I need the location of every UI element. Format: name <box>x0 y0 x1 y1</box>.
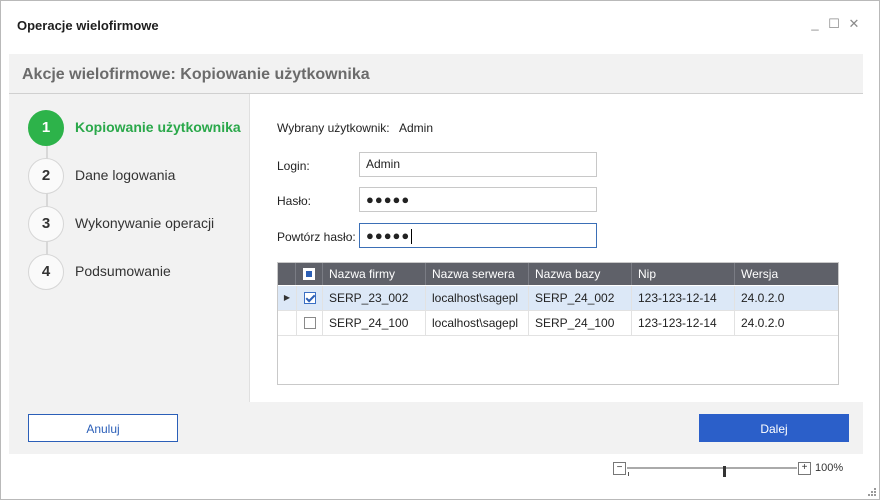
row-checkbox[interactable] <box>304 317 316 329</box>
cell-nip[interactable]: 123-123-12-14 <box>632 286 735 310</box>
row-select-cell[interactable] <box>296 311 323 335</box>
cell-server[interactable]: localhost\sagepl <box>426 311 529 335</box>
current-row-indicator-icon: ▶ <box>283 293 291 302</box>
zoom-tick-mark <box>628 472 629 476</box>
text-caret <box>411 229 413 245</box>
current-row-indicator-icon <box>278 311 296 335</box>
minimize-icon[interactable]: _ <box>807 16 823 32</box>
wizard-panel: Akcje wielofirmowe: Kopiowanie użytkowni… <box>9 54 863 454</box>
table-row[interactable]: ▶ SERP_23_002 localhost\sagepl SERP_24_0… <box>278 286 838 311</box>
step-number-badge: 1 <box>28 110 64 146</box>
row-checkbox[interactable] <box>304 292 316 304</box>
login-input[interactable]: Admin <box>359 152 597 177</box>
zoom-out-button[interactable]: − <box>613 462 626 475</box>
password-input[interactable]: ●●●●● <box>359 187 597 212</box>
step-2[interactable]: 2 Dane logowania <box>28 158 248 194</box>
header-select-all[interactable] <box>296 263 323 285</box>
dialog-window: Operacje wielofirmowe _ ☐ ✕ Akcje wielof… <box>0 0 880 500</box>
step-number-badge: 2 <box>28 158 64 194</box>
companies-grid: Nazwa firmy Nazwa serwera Nazwa bazy Nip… <box>277 262 839 385</box>
next-button[interactable]: Dalej <box>699 414 849 442</box>
cell-server[interactable]: localhost\sagepl <box>426 286 529 310</box>
cell-company[interactable]: SERP_23_002 <box>323 286 426 310</box>
cell-version[interactable]: 24.0.2.0 <box>735 311 838 335</box>
zoom-in-button[interactable]: + <box>798 462 811 475</box>
header-indicator-cell <box>278 263 296 285</box>
window-title: Operacje wielofirmowe <box>17 18 159 33</box>
cell-nip[interactable]: 123-123-12-14 <box>632 311 735 335</box>
step-label: Dane logowania <box>75 167 176 183</box>
maximize-icon[interactable]: ☐ <box>826 16 842 32</box>
zoom-slider-track[interactable] <box>627 466 797 477</box>
row-select-cell[interactable] <box>296 286 323 310</box>
selected-user-label: Wybrany użytkownik: <box>277 121 390 135</box>
step-content: Wybrany użytkownik: Admin Login: Admin H… <box>250 94 863 402</box>
wizard-steps: 1 Kopiowanie użytkownika 2 Dane logowani… <box>9 94 250 402</box>
step-3[interactable]: 3 Wykonywanie operacji <box>28 206 248 242</box>
zoom-level-label: 100% <box>815 462 844 474</box>
step-label: Podsumowanie <box>75 263 171 279</box>
select-all-checkbox[interactable] <box>303 268 315 280</box>
close-icon[interactable]: ✕ <box>846 16 862 32</box>
step-1[interactable]: 1 Kopiowanie użytkownika <box>28 110 248 146</box>
login-label: Login: <box>277 159 310 173</box>
step-number-badge: 3 <box>28 206 64 242</box>
title-bar: Operacje wielofirmowe _ ☐ ✕ <box>1 1 879 51</box>
cell-database[interactable]: SERP_24_002 <box>529 286 632 310</box>
step-label: Wykonywanie operacji <box>75 215 215 231</box>
zoom-control: − + 100% <box>613 462 853 478</box>
cell-company[interactable]: SERP_24_100 <box>323 311 426 335</box>
step-label: Kopiowanie użytkownika <box>75 119 241 135</box>
repeat-password-label: Powtórz hasło: <box>277 230 356 244</box>
column-header-server[interactable]: Nazwa serwera <box>426 263 529 285</box>
repeat-password-input[interactable]: ●●●●● <box>359 223 597 248</box>
password-label: Hasło: <box>277 194 312 208</box>
panel-title: Akcje wielofirmowe: Kopiowanie użytkowni… <box>22 66 370 83</box>
step-4[interactable]: 4 Podsumowanie <box>28 254 248 290</box>
cancel-button[interactable]: Anuluj <box>28 414 178 442</box>
cell-database[interactable]: SERP_24_100 <box>529 311 632 335</box>
selected-user-value: Admin <box>399 121 434 135</box>
cell-version[interactable]: 24.0.2.0 <box>735 286 838 310</box>
resize-grip-icon[interactable] <box>867 487 877 497</box>
zoom-slider-thumb[interactable] <box>723 466 726 477</box>
column-header-company[interactable]: Nazwa firmy <box>323 263 426 285</box>
step-number-badge: 4 <box>28 254 64 290</box>
grid-header: Nazwa firmy Nazwa serwera Nazwa bazy Nip… <box>278 263 838 285</box>
column-header-nip[interactable]: Nip <box>632 263 735 285</box>
column-header-database[interactable]: Nazwa bazy <box>529 263 632 285</box>
repeat-password-value: ●●●●● <box>366 228 411 243</box>
table-row[interactable]: SERP_24_100 localhost\sagepl SERP_24_100… <box>278 311 838 336</box>
panel-header: Akcje wielofirmowe: Kopiowanie użytkowni… <box>9 54 863 94</box>
column-header-version[interactable]: Wersja <box>735 263 838 285</box>
